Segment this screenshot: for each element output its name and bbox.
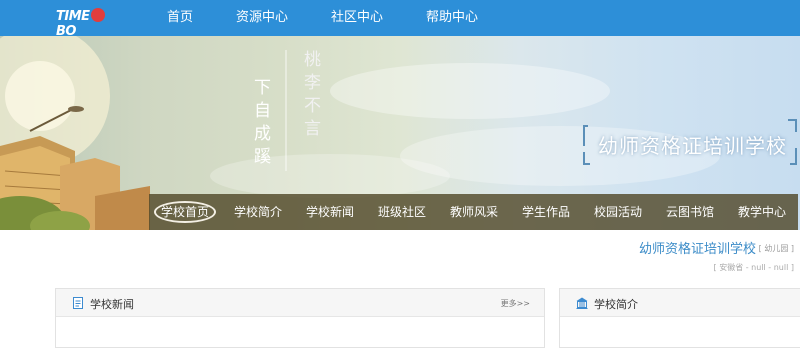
building-icon: [576, 297, 588, 309]
news-more-link[interactable]: 更多>>: [501, 298, 530, 309]
school-nav-campus-activities[interactable]: 校园活动: [594, 194, 642, 230]
school-nav-teaching-center[interactable]: 教学中心: [738, 194, 786, 230]
logo-wordmark: TIMEBO: [56, 8, 120, 39]
news-panel-header: 学校新闻 更多>>: [56, 289, 544, 317]
school-name[interactable]: 幼师资格证培训学校: [639, 238, 756, 257]
school-nav-class-community[interactable]: 班级社区: [378, 194, 426, 230]
school-nav-teachers[interactable]: 教师风采: [450, 194, 498, 230]
poem-line-left: 下自成蹊: [250, 78, 270, 170]
active-nav-indicator: [154, 201, 216, 223]
topnav-home[interactable]: 首页: [167, 0, 193, 36]
school-nav-bar: 学校首页 学校简介 学校新闻 班级社区 教师风采 学生作品 校园活动 云图书馆 …: [149, 194, 798, 230]
school-location: [ 安徽省 - null - null ]: [713, 263, 794, 272]
school-nav-news[interactable]: 学校新闻: [306, 194, 354, 230]
school-nav-intro[interactable]: 学校简介: [234, 194, 282, 230]
document-icon: [73, 297, 83, 309]
intro-panel-title: 学校简介: [594, 298, 638, 311]
site-logo[interactable]: TIMEBO: [56, 8, 120, 39]
logo-e-icon: [90, 8, 105, 22]
poem-line-right: 桃李不言: [300, 50, 320, 142]
top-bar: TIMEBO 首页 资源中心 社区中心 帮助中心: [0, 0, 800, 39]
school-nav-cloud-library[interactable]: 云图书馆: [666, 194, 714, 230]
school-type: [ 幼儿园 ]: [758, 244, 794, 253]
news-panel-title: 学校新闻: [90, 298, 134, 311]
banner-school-title: 幼师资格证培训学校: [598, 134, 787, 158]
school-nav-student-works[interactable]: 学生作品: [522, 194, 570, 230]
school-news-panel: 学校新闻 更多>>: [55, 288, 545, 348]
school-intro-panel: 学校简介: [559, 288, 800, 348]
intro-panel-header: 学校简介: [560, 289, 800, 317]
topnav-help[interactable]: 帮助中心: [426, 0, 478, 36]
topnav-community[interactable]: 社区中心: [331, 0, 383, 36]
topnav-resources[interactable]: 资源中心: [236, 0, 288, 36]
